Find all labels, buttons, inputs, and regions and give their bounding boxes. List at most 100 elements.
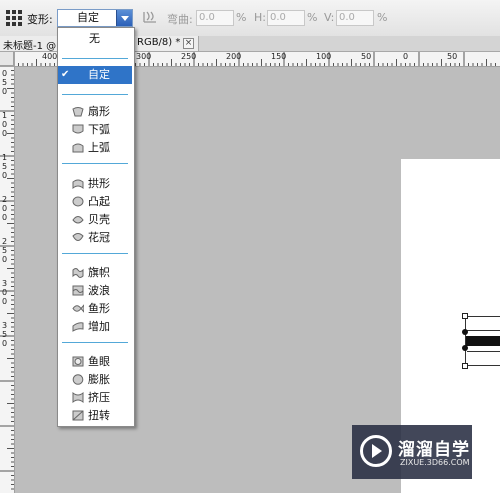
ruler-v-label: 0 (2, 339, 8, 348)
ruler-v-label: 5 (2, 330, 8, 339)
ruler-v-label: 3 (2, 279, 8, 288)
watermark-url: ZIXUE.3D66.COM (400, 458, 470, 467)
warp-control-point[interactable] (462, 329, 468, 335)
menu-item-label: 波浪 (88, 284, 110, 297)
warp-orientation-icon[interactable] (142, 9, 158, 25)
ruler-v-label: 0 (2, 204, 8, 213)
ruler-v-label: 5 (2, 78, 8, 87)
ruler-h-label: 250 (181, 52, 197, 61)
bulge-icon (72, 196, 84, 207)
menu-item-custom[interactable]: ✔ 自定 (58, 66, 132, 84)
warp-style-dropdown: 无 ✔ 自定 扇形 下弧 上弧 拱形 凸起 贝壳 花冠 旗帜 波浪 鱼形 增加 … (57, 27, 135, 427)
arc-upper-icon (72, 143, 84, 153)
ruler-h-label: 50 (447, 52, 458, 61)
menu-item-wave[interactable]: 波浪 (58, 282, 132, 300)
warp-style-select[interactable]: 自定 (57, 9, 133, 27)
menu-item-flower[interactable]: 花冠 (58, 229, 132, 247)
rise-icon (72, 322, 84, 332)
ruler-h-label: 150 (271, 52, 287, 61)
menu-item-label: 无 (89, 32, 100, 45)
ruler-origin[interactable] (0, 52, 14, 66)
ruler-v-label: 5 (2, 162, 8, 171)
flower-icon (72, 233, 84, 241)
check-icon: ✔ (61, 69, 70, 80)
v-unit: % (377, 11, 388, 24)
play-icon (372, 444, 382, 458)
menu-item-fisheye[interactable]: 鱼眼 (58, 353, 132, 371)
fisheye-icon (72, 356, 84, 367)
ruler-v-label: 0 (2, 297, 8, 306)
ruler-h-label: 100 (316, 52, 332, 61)
ruler-v-label: 3 (2, 321, 8, 330)
menu-item-shell[interactable]: 贝壳 (58, 211, 132, 229)
menu-item-squeeze[interactable]: 挤压 (58, 389, 132, 407)
ruler-v-label: 1 (2, 111, 8, 120)
menu-separator (62, 253, 128, 254)
wave-icon (72, 285, 84, 296)
menu-item-label: 扇形 (88, 105, 110, 118)
warp-grid-icon[interactable] (6, 10, 22, 26)
bend-label: 弯曲: (167, 13, 193, 26)
menu-item-label: 下弧 (88, 123, 110, 136)
ruler-v-label: 2 (2, 237, 8, 246)
ruler-v-label: 0 (2, 255, 8, 264)
menu-item-twist[interactable]: 扭转 (58, 407, 132, 425)
menu-item-label: 上弧 (88, 141, 110, 154)
h-distort-input[interactable]: 0.0 (267, 10, 305, 26)
h-label: H: (254, 11, 266, 24)
menu-item-arc[interactable]: 扇形 (58, 103, 132, 121)
flag-icon (72, 268, 84, 278)
menu-separator (62, 163, 128, 164)
bend-unit: % (236, 11, 247, 24)
menu-item-none[interactable]: 无 (58, 30, 132, 48)
ruler-h-label: 400 (42, 52, 58, 61)
menu-item-label: 挤压 (88, 391, 110, 404)
tab-title-left: 未标题-1 @ (3, 41, 57, 52)
menu-item-label: 拱形 (88, 177, 110, 190)
close-icon[interactable]: × (183, 38, 194, 49)
h-unit: % (307, 11, 318, 24)
menu-item-label: 膨胀 (88, 373, 110, 386)
menu-item-bulge[interactable]: 凸起 (58, 193, 132, 211)
v-label: V: (324, 11, 335, 24)
menu-item-flag[interactable]: 旗帜 (58, 264, 132, 282)
ruler-v-label: 0 (2, 171, 8, 180)
menu-separator (62, 58, 128, 59)
menu-item-arch[interactable]: 拱形 (58, 175, 132, 193)
tab-title-right: RGB/8) * (137, 37, 181, 48)
vertical-ruler[interactable]: 050100150200250300350 (0, 66, 15, 493)
inflate-icon (72, 374, 84, 385)
bend-input[interactable]: 0.0 (196, 10, 234, 26)
warp-grid-line (467, 351, 500, 352)
menu-item-label: 旗帜 (88, 266, 110, 279)
ruler-v-label: 0 (2, 87, 8, 96)
menu-item-arc-lower[interactable]: 下弧 (58, 121, 132, 139)
ruler-v-label: 0 (2, 213, 8, 222)
warp-control-point[interactable] (462, 345, 468, 351)
warp-handle[interactable] (462, 313, 468, 319)
ruler-v-label: 1 (2, 153, 8, 162)
ruler-h-label: 300 (136, 52, 152, 61)
warp-handle[interactable] (462, 363, 468, 369)
warp-label: 变形: (27, 13, 53, 26)
menu-item-label: 自定 (88, 68, 110, 81)
warp-style-value: 自定 (77, 11, 99, 24)
ruler-v-label: 5 (2, 246, 8, 255)
arch-icon (72, 179, 84, 189)
menu-item-label: 增加 (88, 320, 110, 333)
menu-separator (62, 342, 128, 343)
chevron-down-icon[interactable] (116, 10, 132, 26)
ruler-v-label: 0 (2, 129, 8, 138)
menu-item-arc-upper[interactable]: 上弧 (58, 139, 132, 157)
menu-item-inflate[interactable]: 膨胀 (58, 371, 132, 389)
menu-item-rise[interactable]: 增加 (58, 318, 132, 336)
ruler-h-label: 200 (226, 52, 242, 61)
text-layer-shape (466, 336, 500, 346)
fish-icon (72, 304, 84, 313)
ruler-v-label: 0 (2, 120, 8, 129)
shell-icon (72, 216, 84, 224)
menu-item-label: 凸起 (88, 195, 110, 208)
menu-item-fish[interactable]: 鱼形 (58, 300, 132, 318)
menu-item-label: 扭转 (88, 409, 110, 422)
v-distort-input[interactable]: 0.0 (336, 10, 374, 26)
